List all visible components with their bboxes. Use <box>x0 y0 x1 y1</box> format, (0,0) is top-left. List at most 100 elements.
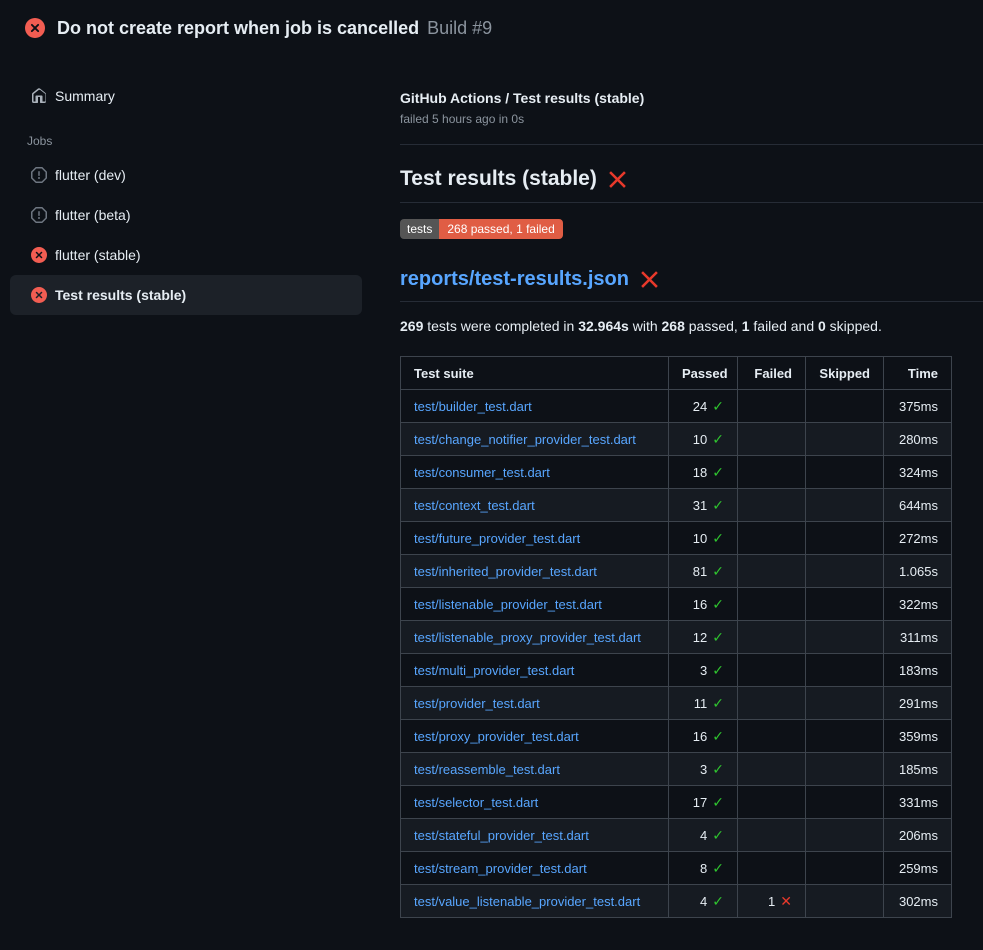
sidebar-item-label: Summary <box>55 88 115 104</box>
jobs-list: flutter (dev) flutter (beta) flutter (st… <box>0 155 380 315</box>
test-suite-link[interactable]: test/future_provider_test.dart <box>414 531 580 546</box>
check-icon: ✓ <box>712 530 724 546</box>
time-cell: 1.065s <box>884 555 952 588</box>
passed-cell: 18✓ <box>669 456 738 489</box>
test-suite-link[interactable]: test/stateful_provider_test.dart <box>414 828 589 843</box>
passed-cell: 24 ✓ <box>669 390 738 423</box>
count-value: 12 <box>693 630 707 645</box>
skipped-cell <box>806 852 884 885</box>
report-file-row: reports/test-results.json <box>400 265 983 302</box>
passed-cell: 11✓ <box>669 687 738 720</box>
count-value: 1 <box>768 894 775 909</box>
failed-x-icon <box>608 170 627 189</box>
sidebar-item-job[interactable]: flutter (beta) <box>10 195 362 235</box>
check-icon: ✓ <box>712 827 724 843</box>
count-value: 18 <box>693 465 707 480</box>
time-cell: 291ms <box>884 687 952 720</box>
test-suite-link[interactable]: test/selector_test.dart <box>414 795 538 810</box>
check-icon: ✓ <box>712 497 724 513</box>
failed-x-icon <box>640 270 659 289</box>
table-row: test/provider_test.dart 11✓ 291ms <box>401 687 952 720</box>
passed-cell: 16✓ <box>669 720 738 753</box>
time-cell: 183ms <box>884 654 952 687</box>
passed-cell: 16✓ <box>669 588 738 621</box>
test-suite-link[interactable]: test/inherited_provider_test.dart <box>414 564 597 579</box>
test-suite-link[interactable]: test/proxy_provider_test.dart <box>414 729 579 744</box>
summary-segment: skipped. <box>826 318 882 334</box>
check-icon: ✓ <box>712 431 724 447</box>
column-header: Skipped <box>806 357 884 390</box>
summary-segment: passed, <box>685 318 742 334</box>
sidebar-item-label: flutter (dev) <box>55 167 126 183</box>
report-file-link[interactable]: reports/test-results.json <box>400 265 629 293</box>
time-cell: 324ms <box>884 456 952 489</box>
count-value: 3 <box>700 762 707 777</box>
skipped-cell <box>806 753 884 786</box>
sidebar-item-job[interactable]: Test results (stable) <box>10 275 362 315</box>
failed-cell <box>738 555 806 588</box>
count-value: 31 <box>693 498 707 513</box>
time-cell: 331ms <box>884 786 952 819</box>
test-suite-link[interactable]: test/stream_provider_test.dart <box>414 861 587 876</box>
time-cell: 185ms <box>884 753 952 786</box>
failed-cell <box>738 588 806 621</box>
x-circle-icon <box>25 18 45 38</box>
sidebar-item-job[interactable]: flutter (dev) <box>10 155 362 195</box>
time-cell: 322ms <box>884 588 952 621</box>
test-suite-link[interactable]: test/provider_test.dart <box>414 696 540 711</box>
home-icon <box>31 88 47 104</box>
count-value: 10 <box>693 432 707 447</box>
count-value: 8 <box>700 861 707 876</box>
failed-cell <box>738 687 806 720</box>
summary-segment: with <box>629 318 662 334</box>
table-row: test/stream_provider_test.dart 8✓ 259ms <box>401 852 952 885</box>
sidebar-item-job[interactable]: flutter (stable) <box>10 235 362 275</box>
skipped-cell <box>806 423 884 456</box>
failed-cell <box>738 621 806 654</box>
time-cell: 375ms <box>884 390 952 423</box>
check-icon: ✓ <box>712 398 724 414</box>
test-suite-link[interactable]: test/listenable_provider_test.dart <box>414 597 602 612</box>
tests-status-badge: tests 268 passed, 1 failed <box>400 219 563 239</box>
time-cell: 302ms <box>884 885 952 918</box>
sidebar-item-label: flutter (stable) <box>55 247 141 263</box>
sidebar-item-summary[interactable]: Summary <box>10 76 362 116</box>
column-header: Failed <box>738 357 806 390</box>
failed-cell <box>738 819 806 852</box>
test-suite-link[interactable]: test/builder_test.dart <box>414 399 532 414</box>
passed-cell: 8✓ <box>669 852 738 885</box>
count-value: 17 <box>693 795 707 810</box>
passed-cell: 10✓ <box>669 522 738 555</box>
count-value: 81 <box>693 564 707 579</box>
skipped-cell <box>806 885 884 918</box>
column-header: Time <box>884 357 952 390</box>
test-suite-link[interactable]: test/reassemble_test.dart <box>414 762 560 777</box>
skipped-cell <box>806 456 884 489</box>
x-circle-icon <box>31 287 47 303</box>
failed-cell <box>738 423 806 456</box>
table-row: test/context_test.dart 31✓ 644ms <box>401 489 952 522</box>
skipped-cell <box>806 654 884 687</box>
table-row: test/listenable_provider_test.dart 16✓ 3… <box>401 588 952 621</box>
failed-cell <box>738 753 806 786</box>
failed-cell <box>738 852 806 885</box>
test-suite-link[interactable]: test/multi_provider_test.dart <box>414 663 574 678</box>
skipped-cell <box>806 390 884 423</box>
test-suite-link[interactable]: test/change_notifier_provider_test.dart <box>414 432 636 447</box>
test-suite-link[interactable]: test/listenable_proxy_provider_test.dart <box>414 630 641 645</box>
failed-cell: 1✕ <box>738 885 806 918</box>
test-suite-link[interactable]: test/value_listenable_provider_test.dart <box>414 894 640 909</box>
test-suite-link[interactable]: test/context_test.dart <box>414 498 535 513</box>
check-icon: ✓ <box>712 596 724 612</box>
count-value: 16 <box>693 729 707 744</box>
jobs-section-heading: Jobs <box>27 134 380 148</box>
count-value: 24 <box>693 399 707 414</box>
skipped-cell <box>806 522 884 555</box>
stop-icon <box>31 167 47 183</box>
skipped-cell <box>806 720 884 753</box>
passed-cell: 4✓ <box>669 819 738 852</box>
badge-value: 268 passed, 1 failed <box>439 219 562 239</box>
divider <box>400 144 983 145</box>
test-suite-link[interactable]: test/consumer_test.dart <box>414 465 550 480</box>
column-header: Passed <box>669 357 738 390</box>
